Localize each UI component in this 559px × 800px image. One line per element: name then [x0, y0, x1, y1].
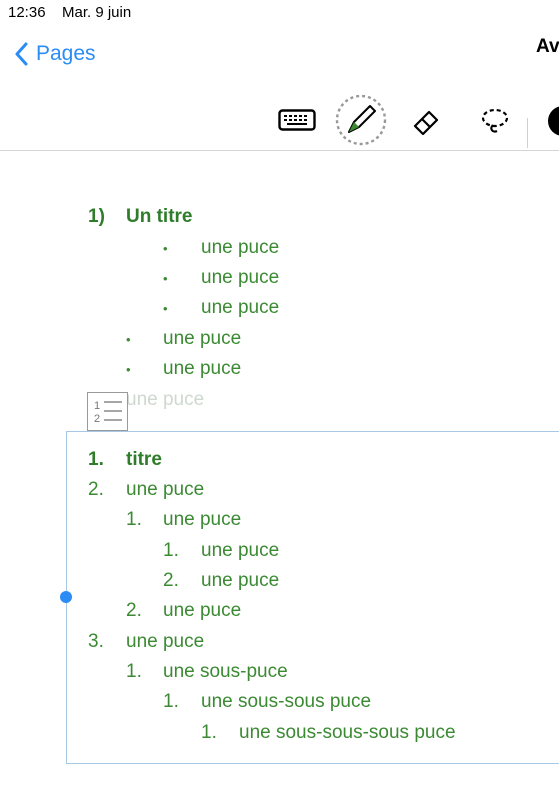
sub-bullet-item: une puce: [201, 237, 280, 258]
list-number: 1.: [126, 509, 142, 530]
back-label: Pages: [36, 42, 96, 65]
list-number: 2.: [126, 600, 142, 621]
list-text: une puce: [163, 600, 242, 621]
list-number: 1.: [201, 722, 217, 743]
title-number: 1): [88, 206, 105, 227]
lasso-button[interactable]: [478, 104, 512, 138]
numbered-list-icon[interactable]: 1 2: [87, 392, 128, 431]
eraser-icon: [413, 110, 439, 136]
list-icon-digit: 1: [94, 400, 100, 412]
pen-tool-button[interactable]: [335, 94, 387, 146]
list-number: 1.: [163, 540, 179, 561]
selection-handle[interactable]: [60, 591, 72, 603]
eraser-button[interactable]: [410, 104, 444, 138]
list-number: 1.: [88, 449, 104, 470]
heading-text: Un titre: [126, 206, 193, 227]
bullet-dot: •: [163, 241, 168, 256]
list-text: une puce: [201, 540, 280, 561]
list-number: 2.: [163, 570, 179, 591]
list-text: une puce: [201, 570, 280, 591]
toolbar-divider: [527, 118, 528, 148]
bullet-item: une puce: [163, 328, 242, 349]
list-text: une puce: [126, 479, 205, 500]
status-time: 12:36: [8, 4, 46, 21]
list-text: une sous-sous puce: [201, 691, 372, 712]
lasso-icon: [481, 108, 509, 133]
list-text: une sous-puce: [163, 661, 288, 682]
sub-bullet-item: une puce: [201, 267, 280, 288]
status-date: Mar. 9 juin: [62, 4, 132, 21]
chevron-left-icon: [15, 42, 28, 66]
list-text: titre: [126, 449, 162, 470]
bullet-dot: •: [163, 301, 168, 316]
bullet-dot: •: [126, 362, 131, 377]
color-dot-icon[interactable]: [548, 106, 559, 136]
document-title: Av: [536, 36, 559, 57]
keyboard-icon: [278, 109, 316, 131]
list-number: 1.: [126, 661, 142, 682]
pen-icon: [335, 94, 387, 146]
bullet-dot: •: [163, 271, 168, 286]
back-button[interactable]: Pages: [14, 42, 96, 66]
list-icon-digit: 2: [94, 413, 100, 425]
list-text: une puce: [163, 509, 242, 530]
toolbar-separator: [0, 150, 559, 151]
list-number: 2.: [88, 479, 104, 500]
list-text: une sous-sous-sous puce: [239, 722, 456, 743]
list-number: 3.: [88, 631, 104, 652]
keyboard-button[interactable]: [277, 107, 317, 133]
bullet-item: une puce: [163, 358, 242, 379]
list-text: une puce: [126, 631, 205, 652]
list-number: 1.: [163, 691, 179, 712]
sub-bullet-item: une puce: [201, 297, 280, 318]
faded-bullet-item: une puce: [126, 389, 205, 410]
bullet-dot: •: [126, 332, 131, 347]
